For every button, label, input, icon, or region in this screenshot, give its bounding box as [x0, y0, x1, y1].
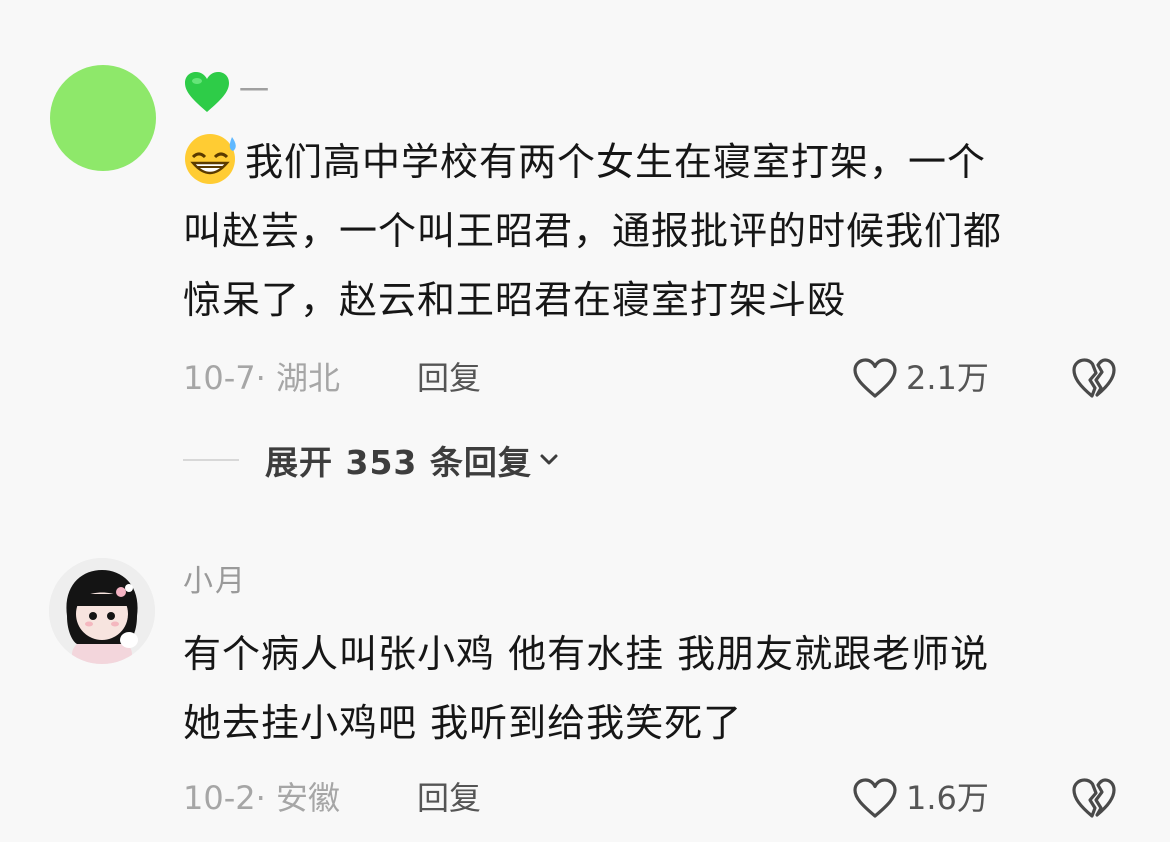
- divider: [183, 459, 239, 461]
- heart-outline-icon: [853, 778, 897, 818]
- comment-meta: 10-2· 安徽: [183, 779, 340, 817]
- comment-line: 惊呆了，赵云和王昭君在寝室打架斗殴: [183, 278, 847, 322]
- comment-meta: 10-7· 湖北: [183, 359, 340, 397]
- reply-button[interactable]: 回复: [417, 778, 481, 818]
- reply-button[interactable]: 回复: [417, 358, 481, 398]
- comment-line-text: 我们高中学校有两个女生在寝室打架，一个: [245, 140, 987, 184]
- like-button[interactable]: 1.6万: [852, 776, 989, 820]
- comment-text: 我们高中学校有两个女生在寝室打架，一个 叫赵芸，一个叫王昭君，通报批评的时候我们…: [183, 128, 1113, 335]
- avatar[interactable]: [49, 558, 155, 664]
- like-count: 2.1万: [906, 359, 989, 397]
- expand-replies-button[interactable]: 展开 353 条回复: [183, 440, 560, 482]
- comment-line: 叫赵芸，一个叫王昭君，通报批评的时候我们都: [183, 209, 1003, 253]
- grinning-sweat-emoji-icon: [185, 134, 236, 184]
- username[interactable]: 小月: [183, 562, 247, 602]
- comment-line: 她去挂小鸡吧 我听到给我笑死了: [183, 701, 743, 745]
- green-heart-icon: [185, 72, 229, 112]
- avatar[interactable]: [50, 65, 156, 171]
- broken-heart-icon[interactable]: [1071, 356, 1117, 400]
- comment-list: 一 我们高中学校有两个女生在寝室打架，一个 叫赵芸，一个叫王昭君，通报批评的时候…: [0, 0, 1170, 842]
- like-count: 1.6万: [906, 779, 989, 817]
- username-text: 一: [239, 74, 271, 109]
- heart-outline-icon: [853, 358, 897, 398]
- chevron-down-icon: [540, 454, 558, 465]
- broken-heart-icon[interactable]: [1071, 776, 1117, 820]
- expand-replies-label: 展开 353 条回复: [265, 443, 532, 482]
- like-button[interactable]: 2.1万: [852, 356, 989, 400]
- comment-line: 我们高中学校有两个女生在寝室打架，一个: [183, 128, 1113, 197]
- comment-line: 有个病人叫张小鸡 他有水挂 我朋友就跟老师说: [183, 632, 990, 676]
- username[interactable]: 一: [183, 70, 271, 114]
- girl-doll-avatar-icon: [49, 558, 155, 664]
- comment-text: 有个病人叫张小鸡 他有水挂 我朋友就跟老师说 她去挂小鸡吧 我听到给我笑死了: [183, 620, 1113, 758]
